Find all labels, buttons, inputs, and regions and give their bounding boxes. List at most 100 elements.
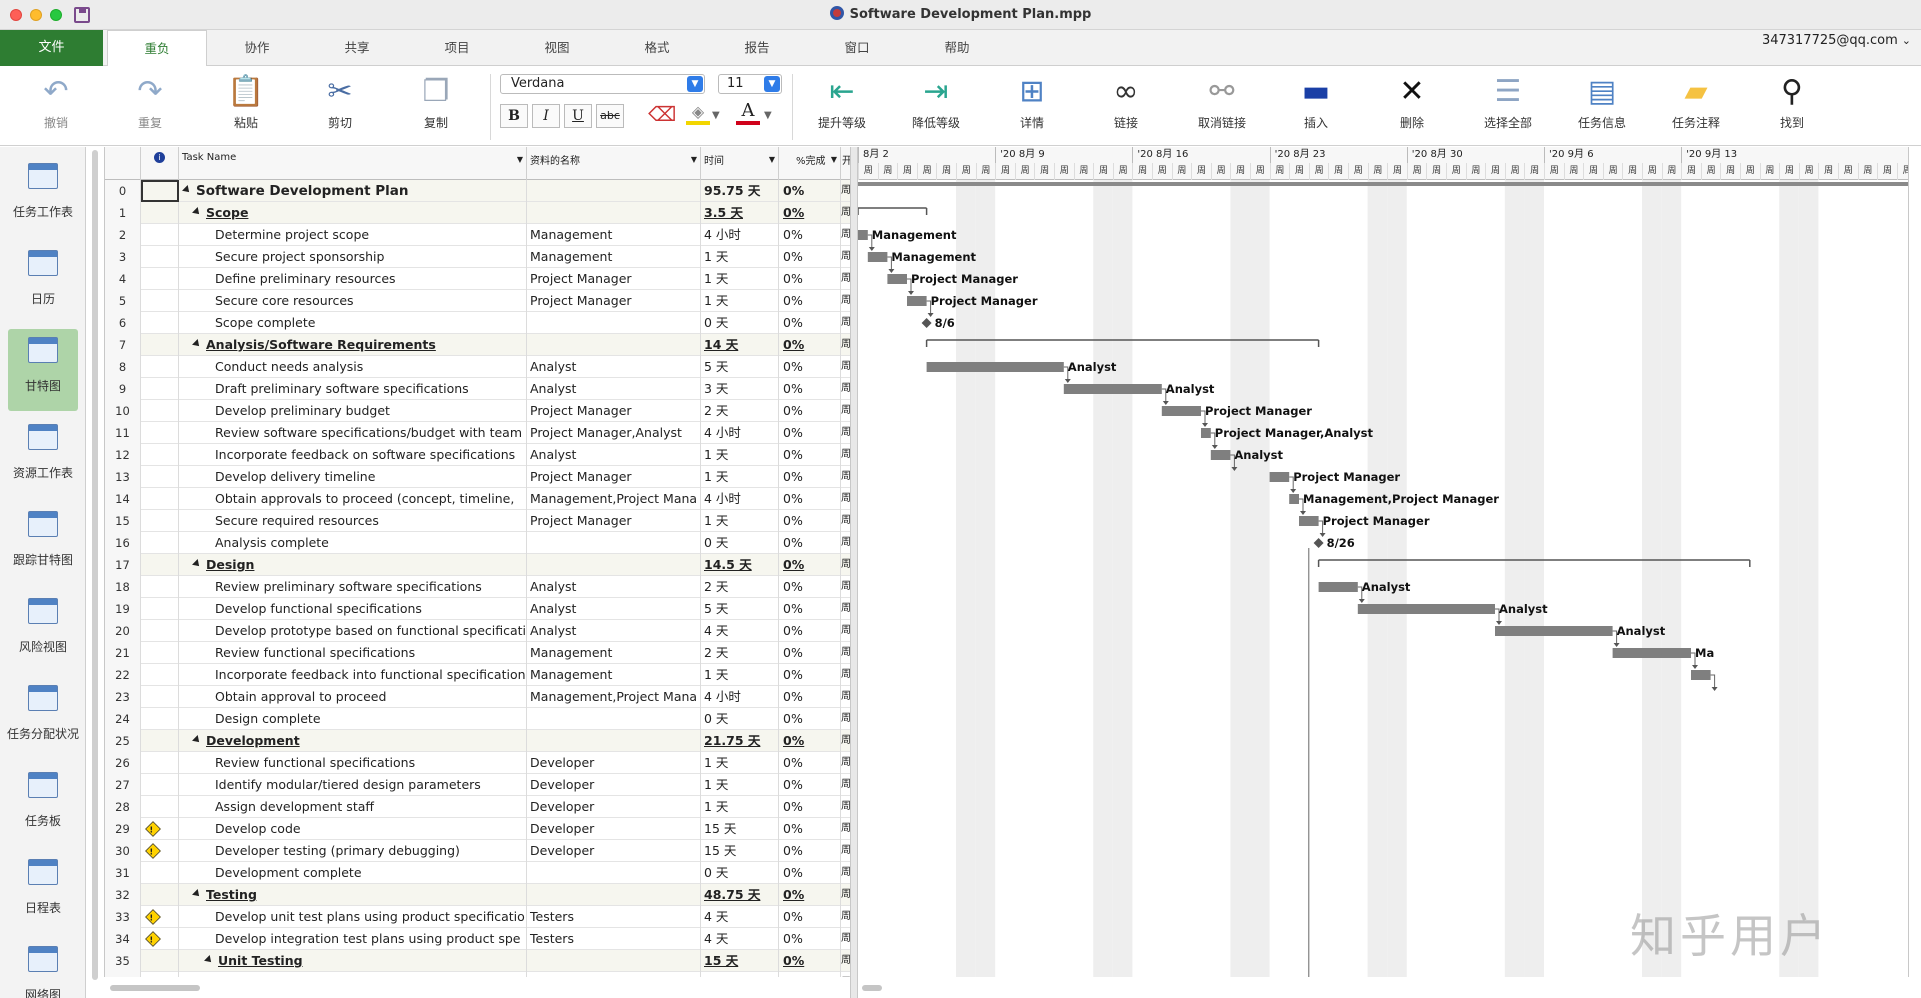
row-id[interactable]: 34 (105, 928, 141, 950)
task-name-cell[interactable]: Review functional specifications (179, 752, 527, 774)
task-bar[interactable] (1299, 516, 1319, 526)
task-info-button[interactable]: ▤ 任务信息 (1562, 70, 1642, 142)
percent-complete-cell[interactable]: 0% (779, 334, 841, 356)
percent-complete-cell[interactable]: 0% (779, 730, 841, 752)
bold-button[interactable]: B (500, 104, 528, 128)
table-row[interactable]: 3 Secure project sponsorship Management 1 天… (105, 246, 850, 268)
duration-cell[interactable]: 15 天 (701, 818, 779, 840)
start-cell[interactable]: 周 (841, 268, 850, 290)
resource-names-cell[interactable] (527, 334, 701, 356)
table-row[interactable]: 17 Design 14.5 天 0% 周 (105, 554, 850, 576)
resource-names-cell[interactable]: Project Manager (527, 400, 701, 422)
task-name-cell[interactable]: Scope (179, 202, 527, 224)
row-id[interactable]: 18 (105, 576, 141, 598)
insert-button[interactable]: ▬ 插入 (1276, 70, 1356, 142)
start-cell[interactable]: 周 (841, 708, 850, 730)
task-bar[interactable] (1318, 582, 1358, 592)
duration-cell[interactable]: 1 天 (701, 444, 779, 466)
duration-cell[interactable]: 0 天 (701, 708, 779, 730)
row-id[interactable]: 7 (105, 334, 141, 356)
row-id[interactable]: 28 (105, 796, 141, 818)
task-name-cell[interactable]: Draft preliminary software specification… (179, 378, 527, 400)
task-bar[interactable] (1210, 450, 1231, 460)
resource-names-cell[interactable]: Developer (527, 796, 701, 818)
account-menu[interactable]: 347317725@qq.com ⌄ (1762, 33, 1911, 48)
task-bar[interactable] (1063, 384, 1162, 394)
table-row[interactable]: 14 Obtain approvals to proceed (concept, … (105, 488, 850, 510)
underline-button[interactable]: U (564, 104, 592, 128)
resource-names-cell[interactable]: Project Manager,Analyst (527, 422, 701, 444)
sidebar-item-gantt-chart[interactable]: 甘特图 (8, 329, 78, 411)
grid-horizontal-scrollbar[interactable] (110, 983, 850, 993)
font-size-select[interactable]: 11 ▼ (718, 74, 782, 94)
start-cell[interactable]: 周 (841, 664, 850, 686)
duration-cell[interactable]: 15 天 (701, 840, 779, 862)
task-name-cell[interactable]: Development complete (179, 862, 527, 884)
percent-complete-cell[interactable]: 0% (779, 752, 841, 774)
percent-complete-cell[interactable]: 0% (779, 268, 841, 290)
task-name-cell[interactable]: Secure required resources (179, 510, 527, 532)
task-bar[interactable] (907, 296, 927, 306)
percent-complete-cell[interactable]: 0% (779, 378, 841, 400)
task-name-cell[interactable]: Develop integration test plans using pro… (179, 928, 527, 950)
row-id[interactable]: 13 (105, 466, 141, 488)
header-task-name[interactable]: Task Name ▼ (179, 147, 527, 180)
percent-complete-cell[interactable]: 0% (779, 180, 841, 202)
resource-names-cell[interactable] (527, 180, 701, 202)
percent-complete-cell[interactable]: 0% (779, 796, 841, 818)
task-bar[interactable] (858, 230, 868, 240)
cut-button[interactable]: ✂ 剪切 (300, 70, 380, 142)
start-cell[interactable]: 周 (841, 840, 850, 862)
resource-names-cell[interactable]: Analyst (527, 598, 701, 620)
row-id[interactable]: 32 (105, 884, 141, 906)
task-name-cell[interactable]: Obtain approvals to proceed (concept, ti… (179, 488, 527, 510)
task-bar[interactable] (926, 362, 1064, 372)
start-cell[interactable]: 周 (841, 862, 850, 884)
resource-names-cell[interactable] (527, 862, 701, 884)
scrollbar-thumb[interactable] (110, 985, 200, 991)
task-name-cell[interactable]: Develop delivery timeline (179, 466, 527, 488)
task-name-cell[interactable]: Secure project sponsorship (179, 246, 527, 268)
table-row[interactable]: 26 Review functional specifications Develo… (105, 752, 850, 774)
header-start[interactable]: 开 (841, 147, 850, 180)
tab-report[interactable]: 报告 (707, 30, 807, 66)
percent-complete-cell[interactable]: 0% (779, 818, 841, 840)
start-cell[interactable]: 周 (841, 488, 850, 510)
duration-cell[interactable]: 4 天 (701, 906, 779, 928)
row-id[interactable]: 3 (105, 246, 141, 268)
strikethrough-button[interactable]: abc (596, 104, 624, 128)
duration-cell[interactable]: 0 天 (701, 312, 779, 334)
task-name-cell[interactable]: Secure core resources (179, 290, 527, 312)
percent-complete-cell[interactable]: 0% (779, 620, 841, 642)
table-row[interactable]: 4 Define preliminary resources Project Man… (105, 268, 850, 290)
duration-cell[interactable]: 1 天 (701, 774, 779, 796)
highlight-color-button[interactable]: ◈ (686, 102, 710, 128)
duration-cell[interactable]: 5 天 (701, 356, 779, 378)
table-row[interactable]: 33 Develop unit test plans using product … (105, 906, 850, 928)
sidebar-item-task-sheet[interactable]: 任务工作表 (0, 155, 86, 237)
table-row[interactable]: 18 Review preliminary software specificat… (105, 576, 850, 598)
start-cell[interactable]: 周 (841, 554, 850, 576)
header-duration[interactable]: 时间 ▼ (701, 147, 779, 180)
percent-complete-cell[interactable]: 0% (779, 224, 841, 246)
task-name-cell[interactable]: Develop functional specifications (179, 598, 527, 620)
table-row[interactable]: 24 Design complete 0 天 0% 周 (105, 708, 850, 730)
sidebar-item-task-usage[interactable]: 任务分配状况 (0, 677, 86, 759)
duration-cell[interactable]: 2 天 (701, 642, 779, 664)
table-row[interactable]: 32 Testing 48.75 天 0% 周 (105, 884, 850, 906)
collapse-triangle-icon[interactable] (182, 185, 192, 195)
task-name-cell[interactable]: Develop unit test plans using product sp… (179, 906, 527, 928)
italic-button[interactable]: I (532, 104, 560, 128)
task-name-cell[interactable]: Review functional specifications (179, 642, 527, 664)
undo-button[interactable]: ↶ 撤销 (16, 70, 96, 142)
tab-home[interactable]: 重负 (107, 30, 207, 67)
start-cell[interactable]: 周 (841, 224, 850, 246)
task-bar[interactable] (1161, 406, 1201, 416)
duration-cell[interactable]: 1 天 (701, 268, 779, 290)
row-id[interactable]: 12 (105, 444, 141, 466)
tab-view[interactable]: 视图 (507, 30, 607, 66)
start-cell[interactable]: 周 (841, 356, 850, 378)
start-cell[interactable]: 周 (841, 752, 850, 774)
collapse-triangle-icon[interactable] (192, 889, 202, 899)
start-cell[interactable]: 周 (841, 378, 850, 400)
